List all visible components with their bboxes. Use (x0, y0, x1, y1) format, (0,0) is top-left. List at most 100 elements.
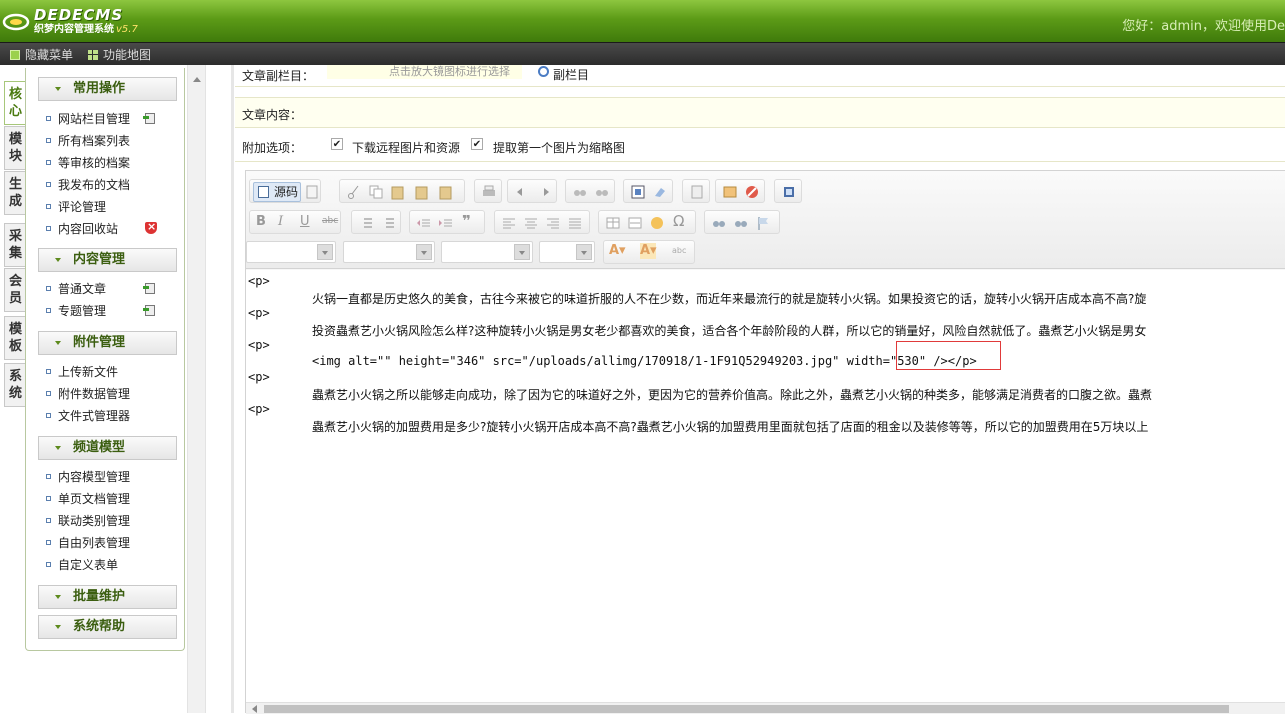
find-icon[interactable] (572, 184, 588, 200)
add-topic-icon[interactable] (143, 304, 155, 316)
strike-icon[interactable]: abc (322, 216, 338, 232)
new-page-icon[interactable] (304, 184, 320, 200)
align-center-icon[interactable] (523, 215, 539, 231)
link-icon[interactable] (711, 215, 727, 231)
paste-word-icon[interactable] (438, 184, 454, 200)
scroll-up-icon[interactable] (193, 77, 201, 82)
cut-icon[interactable] (346, 184, 362, 200)
sidebar-item-free-list[interactable]: 自由列表管理 (46, 536, 130, 550)
sidebar-item-content-model[interactable]: 内容模型管理 (46, 470, 130, 484)
print-icon[interactable] (481, 184, 497, 200)
editor-source-area[interactable]: <p> 火锅一直都是历史悠久的美食，古往今来被它的味道折服的人不在少数，而近年来… (246, 270, 1285, 702)
paste-text-icon[interactable] (414, 184, 430, 200)
sidebar-item-single-page[interactable]: 单页文档管理 (46, 492, 130, 506)
show-blocks-icon[interactable]: abc (672, 246, 688, 262)
sidebar-item-my-docs[interactable]: 我发布的文档 (46, 178, 130, 192)
bullet-list-icon[interactable] (380, 215, 396, 231)
toolbar-group-colors: A▾ A▾ abc (603, 240, 695, 264)
outdent-icon[interactable] (416, 215, 432, 231)
group-help[interactable]: 系统帮助 (38, 615, 177, 639)
sidebar-scrollbar[interactable] (187, 65, 206, 713)
sidebar-item-comments[interactable]: 评论管理 (46, 200, 106, 214)
tab-generate[interactable]: 生成 (4, 171, 26, 215)
extract-thumb-checkbox[interactable]: ✔ (471, 138, 483, 150)
copy-icon[interactable] (368, 184, 384, 200)
sidebar-item-label: 自定义表单 (58, 558, 119, 572)
paste-icon[interactable] (390, 184, 406, 200)
magnifier-icon[interactable] (538, 66, 549, 77)
editor-horizontal-scrollbar[interactable] (246, 702, 1285, 714)
group-channel[interactable]: 频道模型 (38, 436, 177, 460)
anchor-flag-icon[interactable] (755, 215, 771, 231)
align-right-icon[interactable] (545, 215, 561, 231)
tab-system[interactable]: 系统 (4, 363, 26, 407)
sidebar-item-article[interactable]: 普通文章 (46, 282, 106, 296)
group-help-label: 系统帮助 (73, 619, 126, 634)
size-select[interactable] (539, 241, 595, 263)
maximize-icon[interactable] (781, 184, 797, 200)
unlink-icon[interactable] (733, 215, 749, 231)
horizontal-rule-icon[interactable] (627, 215, 643, 231)
remove-format-icon[interactable] (652, 184, 668, 200)
sidebar-item-topic[interactable]: 专题管理 (46, 304, 106, 318)
download-remote-checkbox[interactable]: ✔ (331, 138, 343, 150)
group-common[interactable]: 常用操作 (38, 77, 177, 101)
pane-divider[interactable] (231, 65, 234, 713)
image-icon[interactable] (722, 184, 738, 200)
sidebar-item-file-manager[interactable]: 文件式管理器 (46, 409, 130, 423)
sidebar-item-label: 专题管理 (58, 304, 107, 318)
tab-module[interactable]: 模块 (4, 126, 26, 170)
group-content-label: 内容管理 (73, 252, 126, 267)
sidebar-item-pending[interactable]: 等审核的档案 (46, 156, 130, 170)
bullet-icon (46, 116, 51, 121)
align-left-icon[interactable] (501, 215, 517, 231)
tab-collect[interactable]: 采集 (4, 223, 26, 267)
spellcheck-icon[interactable] (689, 184, 705, 200)
clear-recycle-icon[interactable] (145, 220, 157, 234)
sidebar-item-custom-form[interactable]: 自定义表单 (46, 558, 118, 572)
add-column-icon[interactable] (143, 112, 155, 124)
group-batch[interactable]: 批量维护 (38, 585, 177, 609)
blockquote-icon[interactable]: ❞ (462, 212, 478, 230)
smiley-icon[interactable] (649, 215, 665, 231)
bold-icon[interactable]: B (256, 214, 272, 230)
numbered-list-icon[interactable] (358, 215, 374, 231)
scroll-left-icon[interactable] (252, 705, 257, 713)
format-select[interactable] (343, 241, 435, 263)
redo-icon[interactable] (536, 184, 552, 200)
sidebar-item-linkage[interactable]: 联动类别管理 (46, 514, 130, 528)
sub-column-button[interactable]: 副栏目 (553, 66, 589, 83)
flash-icon[interactable] (744, 184, 760, 200)
font-select[interactable] (441, 241, 533, 263)
add-article-icon[interactable] (143, 282, 155, 294)
sidebar-item-column-manage[interactable]: 网站栏目管理 (46, 112, 130, 126)
tab-core[interactable]: 核心 (4, 81, 26, 125)
group-content[interactable]: 内容管理 (38, 248, 177, 272)
sidebar-item-attach-data[interactable]: 附件数据管理 (46, 387, 130, 401)
indent-icon[interactable] (438, 215, 454, 231)
text-color-icon[interactable]: A▾ (609, 243, 626, 259)
sidebar-item-recycle[interactable]: 内容回收站 (46, 222, 118, 236)
tab-template[interactable]: 模板 (4, 316, 26, 360)
site-map-button[interactable]: 功能地图 (88, 46, 151, 63)
justify-icon[interactable] (567, 215, 583, 231)
select-all-icon[interactable] (630, 184, 646, 200)
underline-icon[interactable]: U (300, 214, 316, 230)
sidebar-item-all-archives[interactable]: 所有档案列表 (46, 134, 130, 148)
tab-member[interactable]: 会员 (4, 268, 26, 312)
sidebar-item-upload[interactable]: 上传新文件 (46, 365, 118, 379)
toolbar-group-list (351, 210, 401, 234)
hide-menu-button[interactable]: 隐藏菜单 (10, 46, 73, 63)
sub-column-input[interactable]: 点击放大镜图标进行选择 (327, 65, 522, 79)
source-button[interactable]: 源码 (253, 182, 301, 202)
special-char-icon[interactable]: Ω (673, 212, 689, 230)
scroll-thumb[interactable] (264, 705, 1229, 713)
style-select[interactable] (246, 241, 336, 263)
bg-color-icon[interactable]: A▾ (640, 243, 657, 259)
replace-icon[interactable] (594, 184, 610, 200)
undo-icon[interactable] (514, 184, 530, 200)
table-icon[interactable] (605, 215, 621, 231)
site-map-label: 功能地图 (103, 48, 152, 62)
group-attachment[interactable]: 附件管理 (38, 331, 177, 355)
italic-icon[interactable]: I (278, 214, 294, 230)
